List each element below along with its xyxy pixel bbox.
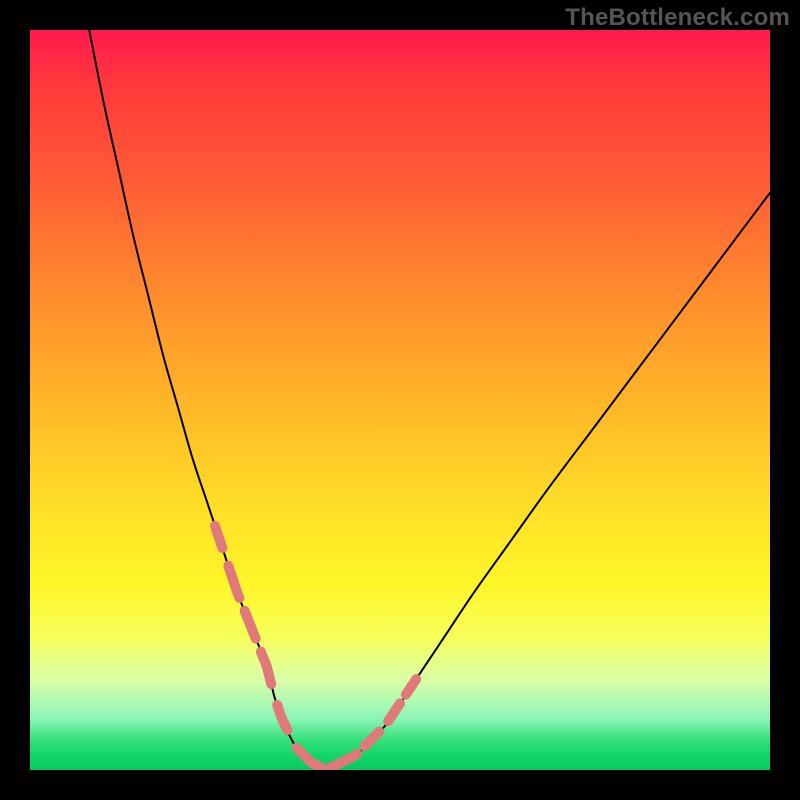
- marker-segment: [364, 732, 379, 747]
- marker-segment: [245, 611, 256, 639]
- watermark-label: TheBottleneck.com: [565, 4, 790, 32]
- marker-segment: [296, 748, 322, 768]
- marker-segment: [277, 705, 287, 730]
- marker-segment: [406, 679, 416, 695]
- marker-group: [215, 526, 416, 769]
- bottleneck-curve: [89, 30, 770, 770]
- marker-segment: [261, 652, 271, 685]
- chart-frame: TheBottleneck.com: [0, 0, 800, 800]
- marker-segment: [327, 754, 357, 770]
- plot-area: [30, 30, 770, 770]
- curve-svg: [30, 30, 770, 770]
- marker-segment: [215, 526, 222, 548]
- marker-segment: [228, 566, 239, 598]
- marker-segment: [388, 703, 400, 721]
